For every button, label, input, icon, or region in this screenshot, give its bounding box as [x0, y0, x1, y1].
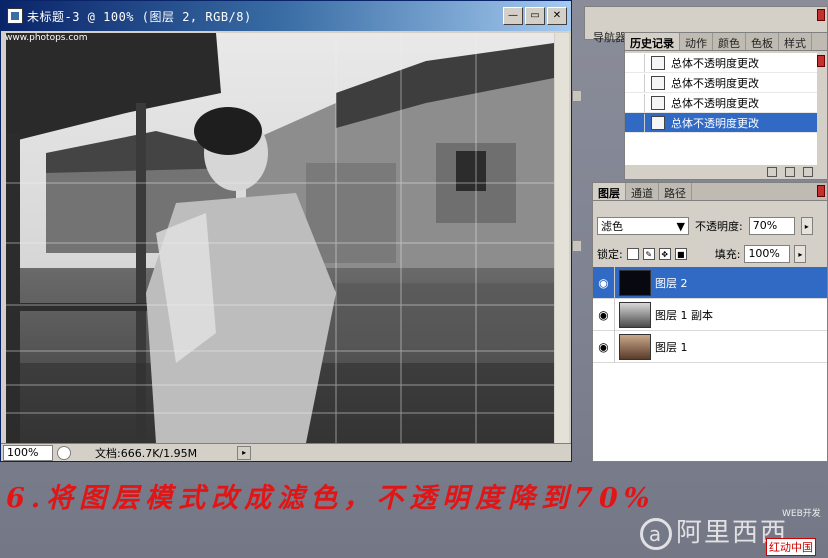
- history-list: 总体不透明度更改 总体不透明度更改 总体不透明度更改 总体不透明度更改: [625, 53, 817, 169]
- tab-styles[interactable]: 样式: [779, 33, 812, 50]
- tab-paths[interactable]: 路径: [659, 183, 692, 200]
- history-step-icon: [651, 95, 665, 110]
- photo-watermark: www.photops.com: [5, 33, 88, 43]
- history-item-selected[interactable]: 总体不透明度更改: [625, 113, 817, 133]
- history-item-label: 总体不透明度更改: [671, 56, 759, 70]
- lock-all-padlock-icon[interactable]: ■: [674, 248, 687, 260]
- layer-thumbnail: [619, 301, 651, 328]
- layers-close-icon[interactable]: [817, 185, 825, 197]
- layer-list: ◉ 图层 2 ◉ 图层 1 副本 ◉ 图层 1: [593, 266, 827, 461]
- layer-row-layer-1-copy[interactable]: ◉ 图层 1 副本: [593, 298, 827, 331]
- blend-mode-select[interactable]: 滤色 ▼: [597, 217, 689, 235]
- history-step-icon: [651, 75, 665, 90]
- lock-paint-brush-icon[interactable]: ✎: [642, 248, 655, 260]
- stamp-badge: 红动中国: [766, 538, 816, 556]
- minimize-button[interactable]: —: [503, 7, 523, 25]
- tutorial-caption: 6.将图层模式改成滤色，不透明度降到70%: [6, 483, 656, 514]
- palette-close-icon[interactable]: [817, 9, 825, 21]
- status-arrow-icon[interactable]: ▸: [237, 445, 252, 460]
- logo-a-icon: a: [640, 517, 672, 550]
- new-document-from-state-icon[interactable]: [767, 167, 777, 177]
- lock-label: 锁定:: [597, 248, 623, 261]
- zoom-field[interactable]: 100%: [3, 444, 53, 461]
- history-step-icon: [651, 115, 665, 130]
- fill-slider-arrow-icon[interactable]: ▸: [794, 245, 807, 263]
- tab-layers[interactable]: 图层: [593, 183, 626, 200]
- status-menu-icon[interactable]: [57, 445, 71, 460]
- screen: 未标题-3 @ 100% (图层 2, RGB/8) — ▭ ✕ www.pho…: [0, 0, 828, 558]
- canvas-photo: [6, 33, 554, 443]
- opacity-label: 不透明度:: [695, 220, 743, 233]
- layer-name: 图层 2: [655, 276, 688, 290]
- layer-name: 图层 1 副本: [655, 308, 713, 322]
- tab-history[interactable]: 历史记录: [625, 33, 680, 50]
- dropdown-icon: ▼: [676, 219, 685, 233]
- snapshot-checkbox[interactable]: [625, 93, 645, 112]
- layer-row-layer-2[interactable]: ◉ 图层 2: [593, 266, 827, 299]
- status-bar: 100% 文档:666.7K/1.95M ▸: [1, 443, 571, 461]
- layer-thumbnail: [619, 333, 651, 360]
- new-snapshot-icon[interactable]: [785, 167, 795, 177]
- fill-input[interactable]: 100%: [744, 245, 791, 263]
- snapshot-checkbox[interactable]: [625, 113, 645, 132]
- palette-toggle-2[interactable]: [572, 240, 582, 252]
- image-canvas[interactable]: [6, 33, 554, 443]
- opacity-slider-arrow-icon[interactable]: ▸: [800, 217, 813, 235]
- history-close-icon[interactable]: [817, 55, 825, 67]
- blend-mode-value: 滤色: [601, 220, 623, 233]
- document-size-info: 文档:666.7K/1.95M: [95, 446, 198, 460]
- eye-visibility-icon[interactable]: ◉: [593, 330, 615, 363]
- tab-channels[interactable]: 通道: [626, 183, 659, 200]
- trash-icon[interactable]: [803, 167, 813, 177]
- tab-color[interactable]: 颜色: [713, 33, 746, 50]
- history-item-label: 总体不透明度更改: [671, 116, 759, 130]
- history-palette: 历史记录 动作 颜色 色板 样式 总体不透明度更改 总体不透明度更改 总体不透明…: [624, 32, 828, 180]
- close-button[interactable]: ✕: [547, 7, 567, 25]
- history-item[interactable]: 总体不透明度更改: [625, 53, 817, 73]
- lock-transparency-icon[interactable]: [626, 248, 639, 260]
- vertical-scrollbar[interactable]: [555, 33, 569, 443]
- fill-label: 填充:: [714, 248, 741, 261]
- tab-actions[interactable]: 动作: [680, 33, 713, 50]
- layers-palette: 图层 通道 路径 滤色 ▼ 不透明度: 70% ▸ 锁定: ✎ ✥ ■ 填充: 1…: [592, 182, 828, 462]
- snapshot-checkbox[interactable]: [625, 73, 645, 92]
- history-item[interactable]: 总体不透明度更改: [625, 93, 817, 113]
- document-window: 未标题-3 @ 100% (图层 2, RGB/8) — ▭ ✕ www.pho…: [0, 0, 572, 462]
- history-step-icon: [651, 55, 665, 70]
- layer-name: 图层 1: [655, 340, 688, 354]
- opacity-input[interactable]: 70%: [748, 217, 795, 235]
- palette-toggle-1[interactable]: [572, 90, 582, 102]
- document-icon: [7, 8, 23, 24]
- history-item-label: 总体不透明度更改: [671, 96, 759, 110]
- tab-navigator[interactable]: 导航器: [593, 29, 626, 45]
- snapshot-checkbox[interactable]: [625, 53, 645, 72]
- layer-thumbnail: [619, 269, 651, 296]
- history-item[interactable]: 总体不透明度更改: [625, 73, 817, 93]
- layer-row-layer-1[interactable]: ◉ 图层 1: [593, 330, 827, 363]
- document-titlebar[interactable]: 未标题-3 @ 100% (图层 2, RGB/8) — ▭ ✕: [1, 1, 571, 31]
- document-title: 未标题-3 @ 100% (图层 2, RGB/8): [27, 9, 252, 24]
- tab-swatches[interactable]: 色板: [746, 33, 779, 50]
- eye-visibility-icon[interactable]: ◉: [593, 266, 615, 299]
- lock-position-move-icon[interactable]: ✥: [658, 248, 671, 260]
- eye-visibility-icon[interactable]: ◉: [593, 298, 615, 331]
- restore-button[interactable]: ▭: [525, 7, 545, 25]
- history-item-label: 总体不透明度更改: [671, 76, 759, 90]
